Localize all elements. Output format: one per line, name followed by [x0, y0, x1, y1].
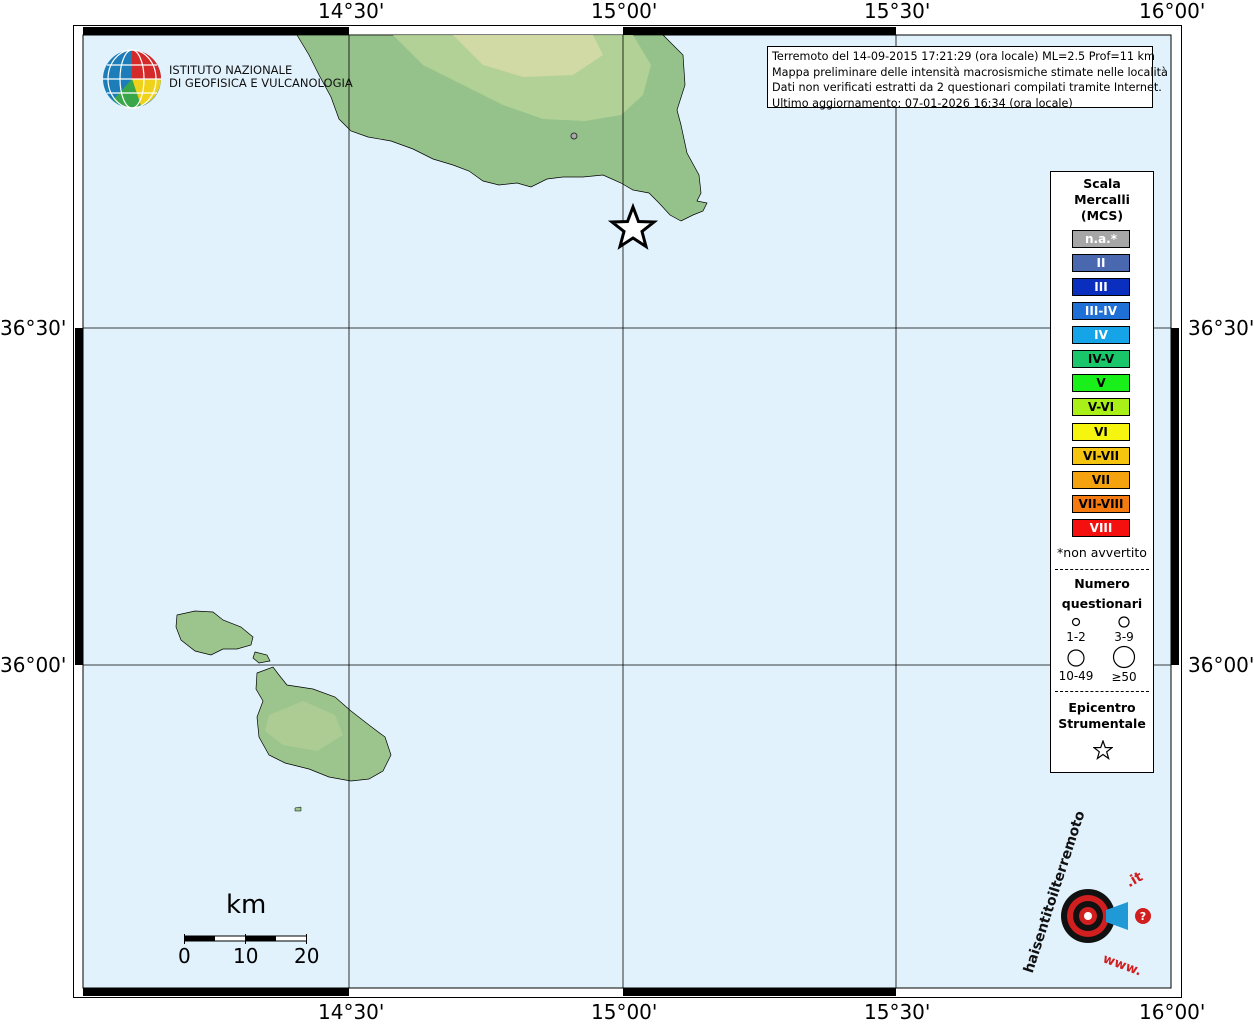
mcs-class-v-vi: V-VI [1072, 398, 1130, 416]
legend-count-title: Numero questionari [1051, 574, 1153, 614]
mcs-class-vii: VII [1072, 471, 1130, 489]
info-line-3: Dati non verificati estratti da 2 questi… [772, 81, 1162, 94]
legend-epicenter-title: Epicentro Strumentale [1051, 700, 1153, 732]
mcs-class-iii-iv: III-IV [1072, 302, 1130, 320]
legend-scale-title: Scala Mercalli (MCS) [1051, 176, 1153, 224]
mcs-class-v: V [1072, 374, 1130, 392]
info-line-1: Terremoto del 14-09-2015 17:21:29 (ora l… [772, 50, 1155, 63]
haisentito-ext: .it [1123, 868, 1146, 892]
haisentito-logo: ? www. haisentitoilterremoto .it [1021, 809, 1158, 980]
count-circle-small [1071, 617, 1081, 627]
institute-name-line2: DI GEOFISICA E VULCANOLOGIA [169, 76, 353, 90]
info-line-4: Ultimo aggiornamento: 07-01-2026 16:34 (… [772, 96, 1073, 110]
count-label-3-9: 3-9 [1114, 630, 1134, 644]
count-label-50: ≥50 [1111, 670, 1137, 684]
top-label-4: 16°00' [1139, 0, 1206, 23]
scale-tick-20: 20 [294, 944, 320, 968]
legend-separator-2 [1055, 691, 1149, 692]
haisentito-prefix: www. [1100, 951, 1144, 980]
left-label-1: 36°30' [0, 316, 67, 340]
institute-name: ISTITUTO NAZIONALE DI GEOFISICA E VULCAN… [169, 64, 353, 90]
legend-epicenter-title-2: Strumentale [1058, 716, 1146, 731]
mcs-class-iv-v: IV-V [1072, 350, 1130, 368]
top-label-3: 15°30' [864, 0, 931, 23]
legend-star-icon [1093, 740, 1113, 760]
legend-scale-title-1: Scala [1083, 176, 1121, 191]
mcs-class-iii: III [1072, 278, 1130, 296]
right-label-1: 36°30' [1188, 316, 1254, 340]
top-label-2: 15°00' [591, 0, 658, 23]
mcs-class-ii: II [1072, 254, 1130, 272]
mcs-class-na: n.a.* [1072, 230, 1130, 248]
top-label-1: 14°30' [318, 0, 385, 23]
bottom-label-4: 16°00' [1139, 1000, 1206, 1024]
bottom-label-3: 15°30' [864, 1000, 931, 1024]
legend-epicenter-title-1: Epicentro [1068, 700, 1136, 715]
event-info-box: Terremoto del 14-09-2015 17:21:29 (ora l… [767, 46, 1168, 110]
left-label-2: 36°00' [0, 653, 67, 677]
bottom-label-1: 14°30' [318, 1000, 385, 1024]
legend-panel: Scala Mercalli (MCS) n.a.* II III III-IV… [1050, 171, 1154, 773]
scale-unit: km [226, 890, 267, 920]
count-circle-xlarge [1112, 645, 1136, 669]
legend-separator-1 [1055, 569, 1149, 570]
mcs-class-vi: VI [1072, 423, 1130, 441]
bottom-label-2: 15°00' [591, 1000, 658, 1024]
mcs-class-viii: VIII [1072, 519, 1130, 537]
count-circle-medium [1118, 616, 1130, 628]
info-line-2: Mappa preliminare delle intensità macros… [772, 65, 1168, 79]
map-frame [73, 25, 1182, 998]
scale-bar [184, 929, 308, 944]
ingv-logo [101, 48, 163, 110]
haisentito-text: www. haisentitoilterremoto .it [1021, 809, 1158, 980]
legend-scale-title-2: Mercalli [1074, 192, 1130, 207]
count-circles [1067, 616, 1136, 669]
mcs-class-iv: IV [1072, 326, 1130, 344]
scale-tick-10: 10 [233, 944, 259, 968]
mcs-class-vi-vii: VI-VII [1072, 447, 1130, 465]
count-label-1-2: 1-2 [1066, 630, 1086, 644]
legend-count-title-1: Numero [1074, 576, 1130, 591]
scale-tick-0: 0 [178, 944, 191, 968]
legend-scale-title-3: (MCS) [1080, 208, 1124, 223]
legend-non-avvertito: *non avvertito [1057, 545, 1147, 560]
legend-count-title-2: questionari [1061, 596, 1143, 611]
right-label-2: 36°00' [1188, 653, 1254, 677]
count-circle-large [1067, 649, 1085, 667]
count-label-10-49: 10-49 [1058, 669, 1094, 683]
mcs-class-vii-viii: VII-VIII [1072, 495, 1130, 513]
